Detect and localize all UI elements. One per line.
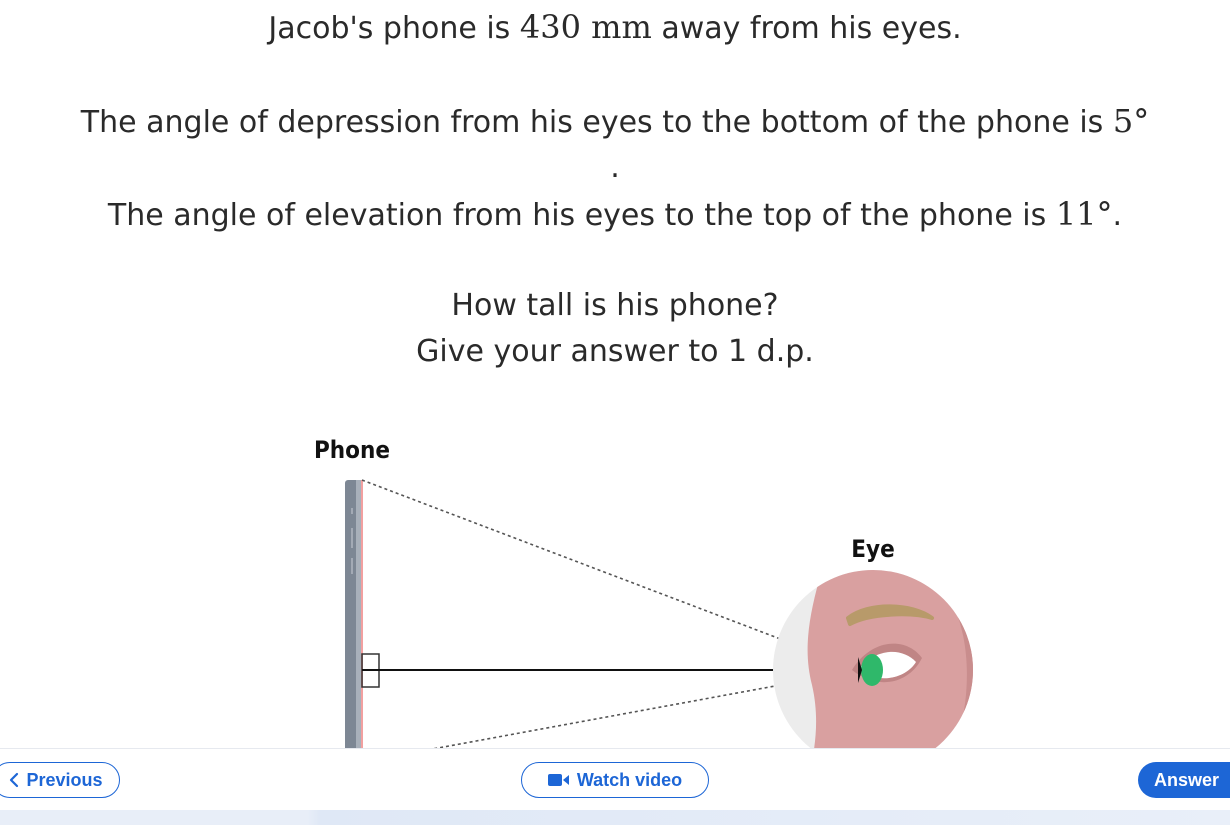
elevation-angle-value: 11° <box>1055 195 1113 233</box>
question-text: The angle of depression from his eyes to… <box>80 105 1113 140</box>
phone-label: Phone <box>314 436 390 464</box>
chevron-left-icon <box>9 772 19 788</box>
previous-label: Previous <box>26 769 103 790</box>
question-text: The angle of elevation from his eyes to … <box>107 198 1056 233</box>
footer-band <box>0 810 1230 825</box>
video-camera-icon <box>547 773 570 787</box>
watch-video-button[interactable]: Watch video <box>521 762 709 798</box>
question-line-depression: The angle of depression from his eyes to… <box>0 102 1230 140</box>
question-line-distance: Jacob's phone is 430 mm away from his ey… <box>0 8 1230 46</box>
question-period: . <box>610 150 620 185</box>
phone-illustration <box>345 480 363 748</box>
watch-video-label: Watch video <box>576 769 683 790</box>
question-line-elevation: The angle of elevation from his eyes to … <box>0 195 1230 233</box>
question-prompt: How tall is his phone? <box>451 288 779 323</box>
footer-bar: Previous Watch video Answer <box>0 748 1230 811</box>
question-instruction: Give your answer to 1 d.p. <box>416 334 814 369</box>
phone-eye-diagram: Phone Eye <box>314 436 973 748</box>
question-text: . <box>1112 198 1123 233</box>
eye-illustration <box>773 570 973 748</box>
question-text: away from his eyes. <box>651 11 962 46</box>
answer-button[interactable]: Answer <box>1138 762 1230 798</box>
answer-label: Answer <box>1154 769 1220 790</box>
depression-angle-value: 5° <box>1112 102 1150 140</box>
eye-label: Eye <box>851 535 894 563</box>
previous-button[interactable]: Previous <box>0 762 120 798</box>
question-text: Jacob's phone is <box>268 11 520 46</box>
distance-value: 430 mm <box>519 8 652 46</box>
